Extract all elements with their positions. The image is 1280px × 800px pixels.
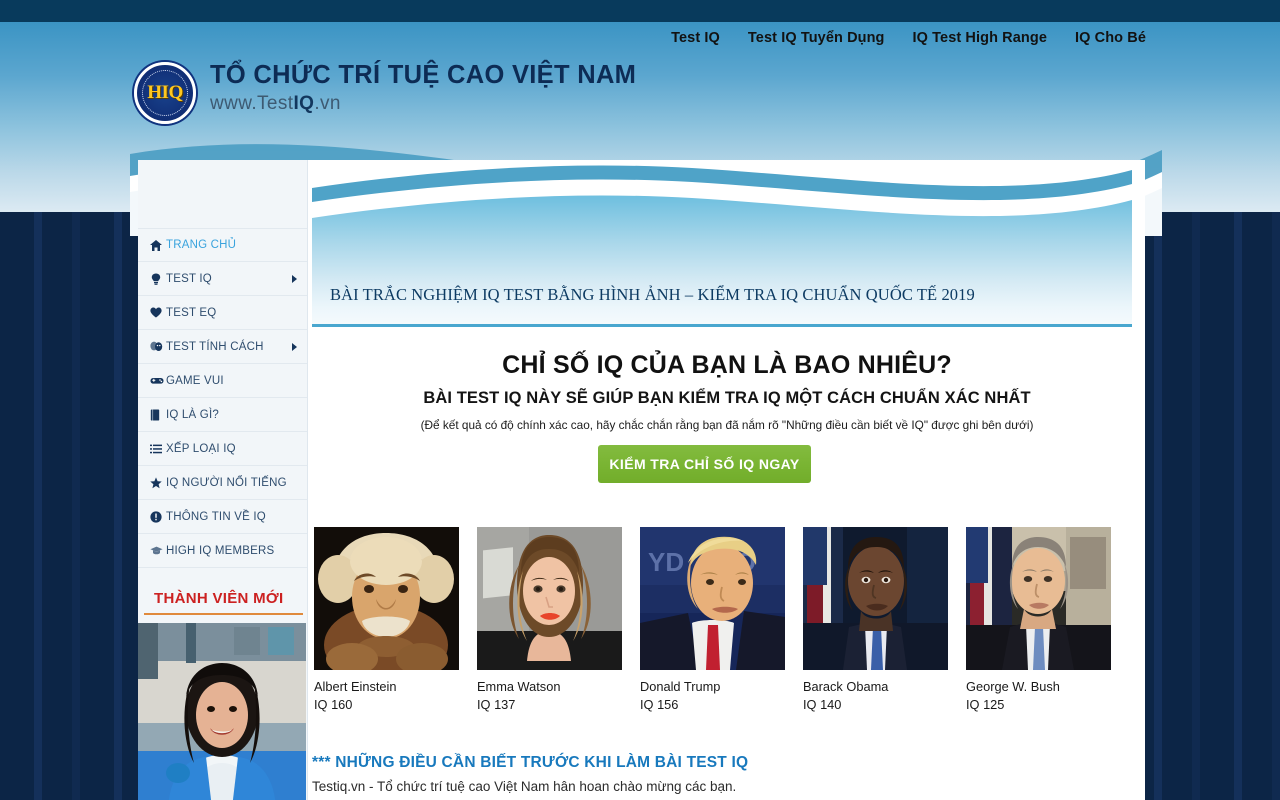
top-strip bbox=[0, 0, 1280, 22]
sidebar-label: TEST TÍNH CÁCH bbox=[166, 340, 264, 353]
celebrity-iq: IQ 160 bbox=[314, 697, 353, 712]
sidebar-label: XẾP LOẠI IQ bbox=[166, 442, 236, 455]
celebrity-name: George W. Bush bbox=[966, 679, 1060, 694]
info-icon bbox=[150, 510, 166, 523]
graduation-cap-icon bbox=[150, 546, 166, 555]
site-url-bold: IQ bbox=[293, 93, 315, 115]
celebrity-iq: IQ 140 bbox=[803, 697, 842, 712]
sidebar-item-thong-tin-ve-iq[interactable]: THÔNG TIN VỀ IQ bbox=[138, 500, 307, 534]
topnav-item-test-iq-tuyen-dung[interactable]: Test IQ Tuyển Dụng bbox=[748, 30, 885, 46]
celebrity-photo bbox=[803, 527, 948, 670]
sidebar-item-game-vui[interactable]: GAME VUI bbox=[138, 364, 307, 398]
celebrity-card-trump[interactable]: YD MO bbox=[640, 527, 785, 712]
theater-masks-icon bbox=[150, 341, 166, 352]
hiq-seal-icon: HIQ bbox=[134, 62, 196, 124]
page-note: (Để kết quả có độ chính xác cao, hãy chắ… bbox=[420, 418, 1034, 432]
celebrity-name: Emma Watson bbox=[477, 679, 561, 694]
book-icon bbox=[150, 409, 166, 421]
sidebar-label: TRANG CHỦ bbox=[166, 239, 237, 251]
seal-label: HIQ bbox=[147, 82, 183, 103]
sidebar-item-iq-nguoi-noi-tieng[interactable]: IQ NGƯỜI NỔI TIẾNG bbox=[138, 466, 307, 500]
main-content: BÀI TRẮC NGHIỆM IQ TEST BẰNG HÌNH ẢNH – … bbox=[309, 160, 1145, 800]
celebrity-iq: IQ 125 bbox=[966, 697, 1005, 712]
sidebar-label: TEST IQ bbox=[166, 272, 212, 285]
page-subheading: BÀI TEST IQ NÀY SẼ GIÚP BẠN KIỂM TRA IQ … bbox=[423, 389, 1031, 407]
sidebar-item-test-tinh-cach[interactable]: TEST TÍNH CÁCH bbox=[138, 330, 307, 364]
celebrity-name: Barack Obama bbox=[803, 679, 889, 694]
celebrity-photo bbox=[314, 527, 459, 670]
sidebar-item-test-iq[interactable]: TEST IQ bbox=[138, 262, 307, 296]
sidebar-menu: TRANG CHỦ TEST IQ TEST EQ TEST TÍNH CÁCH… bbox=[138, 228, 307, 568]
page-sheet: TRANG CHỦ TEST IQ TEST EQ TEST TÍNH CÁCH… bbox=[138, 160, 1145, 800]
logo-wordmark: TỔ CHỨC TRÍ TUỆ CAO VIỆT NAM www.TestIQ.… bbox=[210, 60, 636, 115]
celebrity-photo bbox=[966, 527, 1111, 670]
sidebar: TRANG CHỦ TEST IQ TEST EQ TEST TÍNH CÁCH… bbox=[138, 160, 308, 800]
chevron-right-icon bbox=[292, 342, 297, 351]
celebrity-photo bbox=[477, 527, 622, 670]
heart-icon bbox=[150, 307, 166, 318]
sidebar-label: HIGH IQ MEMBERS bbox=[166, 544, 275, 557]
new-members-widget: THÀNH VIÊN MỚI bbox=[138, 590, 307, 800]
notes-welcome-line: Testiq.vn - Tổ chức trí tuệ cao Việt Nam… bbox=[312, 779, 737, 794]
hero-banner: BÀI TRẮC NGHIỆM IQ TEST BẰNG HÌNH ẢNH – … bbox=[312, 164, 1132, 327]
site-title: TỔ CHỨC TRÍ TUỆ CAO VIỆT NAM bbox=[210, 61, 637, 89]
banner-wave-icon bbox=[312, 164, 1132, 218]
celebrity-card-obama[interactable]: Barack Obama IQ 140 bbox=[803, 527, 948, 712]
site-url-suffix: .vn bbox=[314, 93, 341, 115]
site-url: www.TestIQ.vn bbox=[210, 93, 636, 115]
celebrity-card-watson[interactable]: Emma Watson IQ 137 bbox=[477, 527, 622, 712]
celebrity-name: Albert Einstein bbox=[314, 679, 397, 694]
celebrity-card-bush[interactable]: George W. Bush IQ 125 bbox=[966, 527, 1111, 712]
sidebar-label: GAME VUI bbox=[166, 374, 224, 387]
sidebar-label: IQ NGƯỜI NỔI TIẾNG bbox=[166, 476, 287, 489]
page-heading: CHỈ SỐ IQ CỦA BẠN LÀ BAO NHIÊU? bbox=[502, 351, 952, 379]
svg-text:YD: YD bbox=[648, 547, 684, 577]
sidebar-label: THÔNG TIN VỀ IQ bbox=[166, 510, 266, 523]
sidebar-label: TEST EQ bbox=[166, 306, 217, 319]
topnav-item-iq-cho-be[interactable]: IQ Cho Bé bbox=[1075, 30, 1146, 46]
celebrity-iq: IQ 137 bbox=[477, 697, 516, 712]
top-navigation: Test IQ Test IQ Tuyển Dụng IQ Test High … bbox=[671, 30, 1146, 46]
new-members-title: THÀNH VIÊN MỚI bbox=[144, 590, 303, 615]
star-icon bbox=[150, 476, 166, 489]
gamepad-icon bbox=[150, 376, 166, 385]
celebrity-iq: IQ 156 bbox=[640, 697, 679, 712]
sidebar-item-iq-la-gi[interactable]: IQ LÀ GÌ? bbox=[138, 398, 307, 432]
celebrity-photo: YD MO bbox=[640, 527, 785, 670]
sidebar-item-high-iq-members[interactable]: HIGH IQ MEMBERS bbox=[138, 534, 307, 568]
chevron-right-icon bbox=[292, 274, 297, 283]
notes-section-title: *** NHỮNG ĐIỀU CẦN BIẾT TRƯỚC KHI LÀM BÀ… bbox=[312, 754, 749, 771]
sidebar-label: IQ LÀ GÌ? bbox=[166, 408, 219, 421]
sidebar-item-trang-chu[interactable]: TRANG CHỦ bbox=[138, 228, 307, 262]
sidebar-item-xep-loai-iq[interactable]: XẾP LOẠI IQ bbox=[138, 432, 307, 466]
banner-underline bbox=[312, 324, 1132, 327]
home-icon bbox=[150, 239, 166, 251]
lightbulb-icon bbox=[150, 273, 166, 285]
site-url-prefix: www.Test bbox=[210, 93, 294, 115]
list-icon bbox=[150, 444, 166, 454]
celebrity-card-einstein[interactable]: Albert Einstein IQ 160 bbox=[314, 527, 459, 712]
member-avatar[interactable] bbox=[138, 623, 306, 800]
celebrity-name: Donald Trump bbox=[640, 679, 721, 694]
site-logo[interactable]: HIQ TỔ CHỨC TRÍ TUỆ CAO VIỆT NAM www.Tes… bbox=[134, 60, 636, 124]
topnav-item-iq-test-high-range[interactable]: IQ Test High Range bbox=[913, 30, 1047, 46]
topnav-item-test-iq[interactable]: Test IQ bbox=[671, 30, 720, 46]
banner-title: BÀI TRẮC NGHIỆM IQ TEST BẰNG HÌNH ẢNH – … bbox=[330, 285, 975, 304]
celebrity-iq-list: Albert Einstein IQ 160 Emma Watson IQ 13… bbox=[314, 527, 1111, 712]
sidebar-item-test-eq[interactable]: TEST EQ bbox=[138, 296, 307, 330]
start-iq-test-button[interactable]: KIỂM TRA CHỈ SỐ IQ NGAY bbox=[598, 445, 811, 483]
